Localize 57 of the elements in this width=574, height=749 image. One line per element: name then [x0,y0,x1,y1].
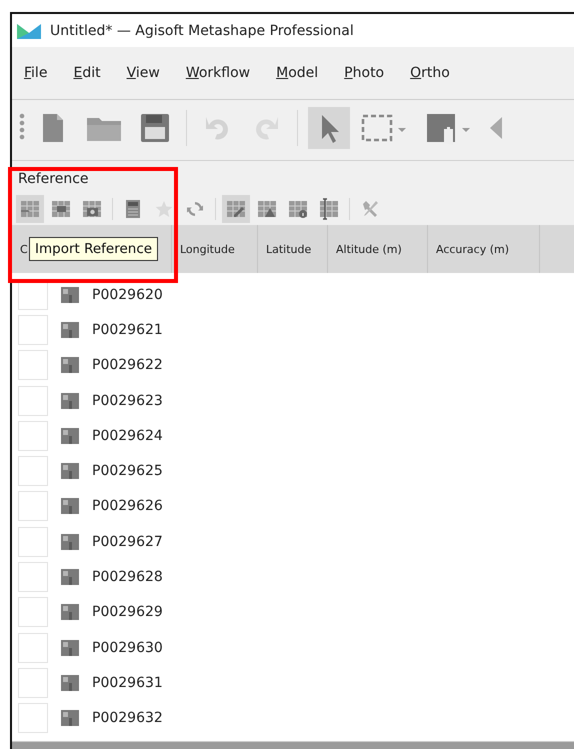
camera-name: P0029630 [92,640,163,656]
menu-item[interactable]: Edit [73,61,111,85]
checkbox[interactable] [18,314,48,345]
camera-name: P0029627 [92,534,163,550]
image-icon [60,356,80,374]
camera-name: P0029628 [92,569,163,586]
table-icon [50,198,72,220]
menu-item[interactable]: Model [276,61,328,85]
checkbox[interactable] [18,632,48,663]
table-warning-icon [256,198,278,220]
checkbox[interactable] [18,526,48,557]
toolbar-button[interactable] [308,107,350,149]
camera-name: P0029629 [92,604,163,620]
table-text-cursor-icon [318,198,340,220]
checkbox[interactable] [18,562,48,592]
image-icon [60,638,80,657]
camera-name: P0029625 [92,463,163,480]
toolbar-button[interactable] [222,195,250,223]
image-icon [60,709,80,728]
camera-name: P0029621 [92,322,163,338]
menu-item[interactable]: File [24,61,58,85]
tooltip: Import Reference [29,237,158,261]
camera-name: P0029626 [92,498,163,514]
window-title: Untitled* — Agisoft Metashape Professional [50,22,354,38]
table-info-icon [287,198,309,220]
camera-name: P0029624 [92,428,163,444]
image-icon [60,286,80,304]
menu-item[interactable]: View [126,61,170,85]
table-camera-icon [81,198,103,220]
checkbox[interactable] [18,420,48,451]
checkbox[interactable] [18,456,48,486]
image-icon [60,674,80,692]
image-icon [60,568,80,586]
horizontal-scrollbar[interactable] [12,741,574,749]
table-pencil-icon [225,198,247,220]
menu-item[interactable]: Photo [344,61,394,85]
image-icon [60,603,80,622]
camera-name: P0029620 [92,286,163,303]
menu-item[interactable]: Ortho [410,61,460,85]
camera-name: P0029622 [92,357,163,374]
image-icon [60,320,80,339]
checkbox[interactable] [18,703,48,734]
checkbox[interactable] [18,597,48,628]
image-icon [60,462,80,480]
checkbox[interactable] [18,668,48,698]
image-icon [60,532,80,551]
checkbox[interactable] [18,350,48,380]
panel-title: Reference [17,170,90,189]
menu-item[interactable]: Workflow [186,61,260,85]
image-icon [60,392,80,410]
camera-name: P0029623 [92,392,163,409]
image-icon [60,426,80,445]
camera-name: P0029631 [92,674,163,691]
checkbox[interactable] [18,386,48,416]
camera-name: P0029632 [92,710,163,726]
checkbox[interactable] [18,491,48,522]
image-icon [60,497,80,516]
